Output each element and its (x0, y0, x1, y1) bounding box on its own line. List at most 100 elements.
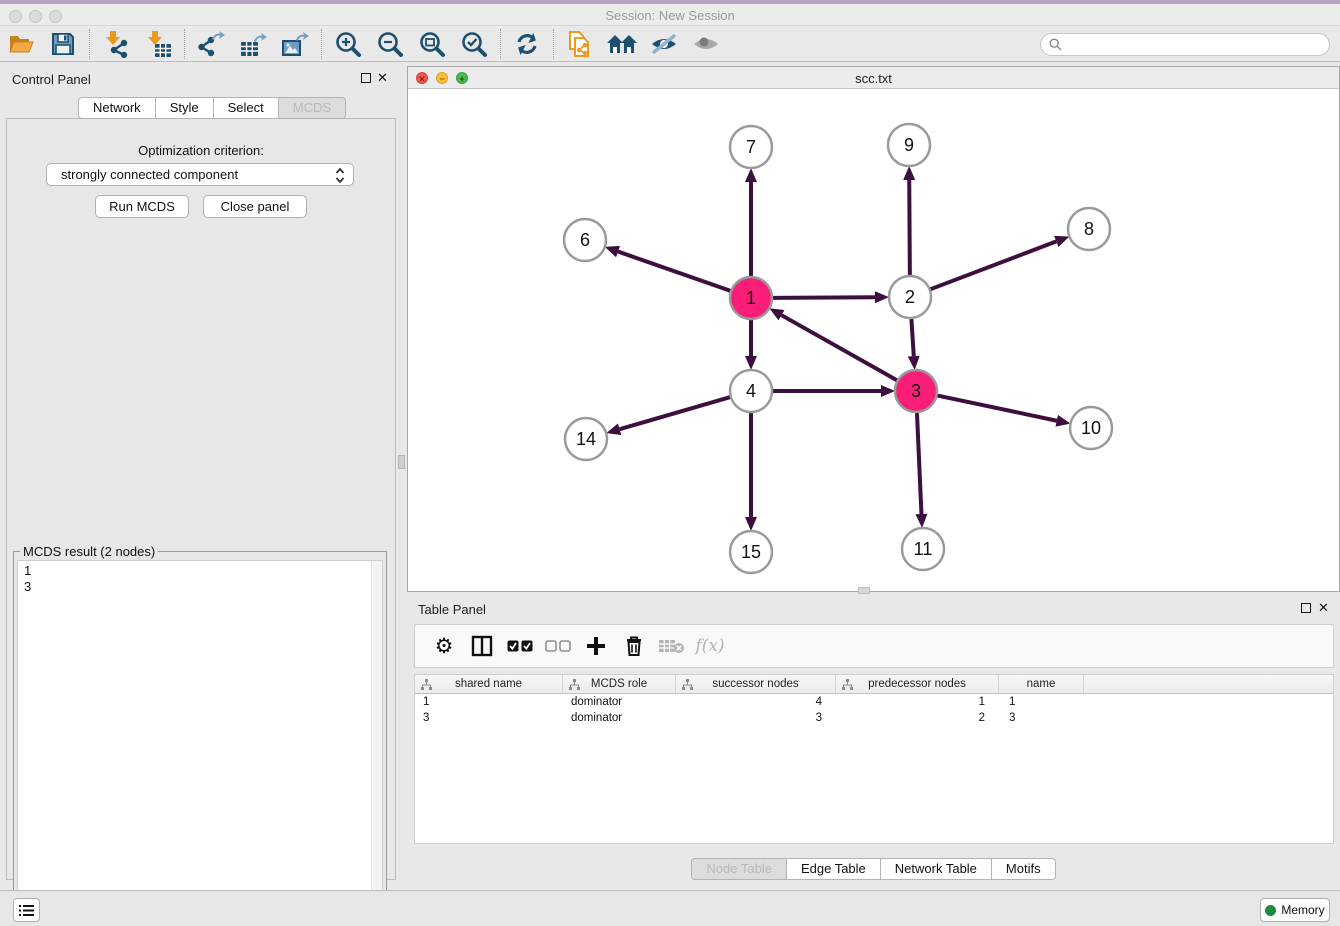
tab-network-table[interactable]: Network Table (881, 858, 992, 880)
svg-text:2: 2 (905, 287, 915, 307)
edge-2-9[interactable] (909, 180, 910, 275)
zoom-in-icon[interactable] (331, 28, 365, 60)
search-input[interactable] (1067, 38, 1329, 52)
edge-1-2[interactable] (773, 297, 875, 298)
add-row-icon[interactable] (581, 631, 611, 661)
edge-2-3[interactable] (911, 319, 913, 356)
control-panel-title: Control Panel (12, 72, 91, 87)
first-neighbors-icon[interactable] (605, 28, 639, 60)
graph-node-3[interactable]: 3 (895, 370, 937, 412)
table-row[interactable]: 3dominator323 (415, 710, 1333, 726)
table-cell[interactable]: 1 (999, 694, 1084, 710)
show-all-icon[interactable] (689, 28, 723, 60)
graph-node-6[interactable]: 6 (564, 219, 606, 261)
graph-node-11[interactable]: 11 (902, 528, 944, 570)
search-field[interactable] (1040, 33, 1330, 56)
mcds-tab-content: Optimization criterion: strongly connect… (6, 118, 396, 880)
svg-text:3: 3 (911, 381, 921, 401)
graph-node-4[interactable]: 4 (730, 370, 772, 412)
deselect-all-checkboxes-icon[interactable] (543, 631, 573, 661)
column-header-successor-nodes[interactable]: successor nodes (676, 675, 836, 693)
show-columns-icon[interactable] (467, 631, 497, 661)
vertical-splitter-handle[interactable] (398, 455, 405, 469)
edge-3-11[interactable] (917, 413, 921, 514)
new-network-from-selection-icon[interactable] (563, 28, 597, 60)
edge-4-14[interactable] (620, 397, 730, 429)
graph-node-8[interactable]: 8 (1068, 208, 1110, 250)
table-cell[interactable]: 1 (415, 694, 563, 710)
search-icon (1049, 38, 1062, 51)
zoom-fit-icon[interactable] (415, 28, 449, 60)
close-panel-icon[interactable]: ✕ (377, 72, 388, 84)
table-cell[interactable]: 1 (836, 694, 999, 710)
graph-node-14[interactable]: 14 (565, 418, 607, 460)
tab-mcds[interactable]: MCDS (279, 97, 346, 119)
tab-select[interactable]: Select (214, 97, 279, 119)
network-graph[interactable]: 7 9 6 8 1 2 4 3 14 10 15 11 (408, 89, 1339, 592)
refresh-icon[interactable] (510, 28, 544, 60)
float-panel-icon[interactable] (361, 73, 371, 83)
table-row[interactable]: 1dominator411 (415, 694, 1333, 710)
edge-1-6[interactable] (618, 252, 730, 291)
network-canvas[interactable]: 7 9 6 8 1 2 4 3 14 10 15 11 (408, 89, 1339, 591)
table-cell[interactable]: 2 (836, 710, 999, 726)
delete-row-icon[interactable] (619, 631, 649, 661)
graph-node-10[interactable]: 10 (1070, 407, 1112, 449)
node-table[interactable]: shared nameMCDS rolesuccessor nodesprede… (414, 674, 1334, 844)
criterion-dropdown[interactable]: strongly connected component (46, 163, 354, 186)
table-cell[interactable]: dominator (563, 694, 676, 710)
export-network-icon[interactable] (194, 28, 228, 60)
table-toolbar: ⚙ (414, 624, 1334, 668)
function-builder-icon[interactable]: f(x) (695, 631, 725, 661)
tab-style[interactable]: Style (156, 97, 214, 119)
select-all-checkboxes-icon[interactable] (505, 631, 535, 661)
mcds-result-list[interactable]: 1 3 (17, 560, 383, 926)
zoom-selected-icon[interactable] (457, 28, 491, 60)
edge-2-8[interactable] (931, 241, 1057, 289)
table-cell[interactable]: 3 (415, 710, 563, 726)
edge-3-1[interactable] (781, 315, 896, 380)
save-session-icon[interactable] (46, 28, 80, 60)
horizontal-splitter-handle[interactable] (858, 587, 870, 594)
memory-button[interactable]: Memory (1260, 898, 1330, 922)
graph-node-2[interactable]: 2 (889, 276, 931, 318)
network-window-titlebar[interactable]: ✕ − + scc.txt (408, 67, 1339, 89)
delete-column-icon[interactable] (657, 631, 687, 661)
graph-node-9[interactable]: 9 (888, 124, 930, 166)
export-table-icon[interactable] (236, 28, 270, 60)
run-mcds-button[interactable]: Run MCDS (95, 195, 189, 218)
hide-selected-icon[interactable] (647, 28, 681, 60)
tab-node-table[interactable]: Node Table (691, 858, 787, 880)
svg-text:8: 8 (1084, 219, 1094, 239)
tab-network[interactable]: Network (78, 97, 156, 119)
tab-edge-table[interactable]: Edge Table (787, 858, 881, 880)
table-cell[interactable]: dominator (563, 710, 676, 726)
table-cell[interactable]: 3 (999, 710, 1084, 726)
table-cell[interactable]: 3 (676, 710, 836, 726)
close-panel-button[interactable]: Close panel (203, 195, 307, 218)
graph-node-7[interactable]: 7 (730, 126, 772, 168)
graph-node-15[interactable]: 15 (730, 531, 772, 573)
column-header-MCDS-role[interactable]: MCDS role (563, 675, 676, 693)
graph-node-1[interactable]: 1 (730, 277, 772, 319)
open-session-icon[interactable] (4, 28, 38, 60)
import-network-icon[interactable] (99, 28, 133, 60)
column-header-predecessor-nodes[interactable]: predecessor nodes (836, 675, 999, 693)
column-type-icon (682, 679, 693, 690)
zoom-out-icon[interactable] (373, 28, 407, 60)
list-icon (19, 904, 34, 917)
task-history-button[interactable] (13, 898, 40, 922)
column-type-icon (421, 679, 432, 690)
result-scrollbar[interactable] (371, 561, 382, 926)
tab-motifs[interactable]: Motifs (992, 858, 1056, 880)
import-table-icon[interactable] (141, 28, 175, 60)
optimization-criterion-label: Optimization criterion: (7, 143, 395, 158)
table-options-icon[interactable]: ⚙ (429, 631, 459, 661)
table-close-icon[interactable]: ✕ (1318, 602, 1329, 614)
column-header-name[interactable]: name (999, 675, 1084, 693)
export-image-icon[interactable] (278, 28, 312, 60)
column-header-shared-name[interactable]: shared name (415, 675, 563, 693)
table-float-icon[interactable] (1301, 603, 1311, 613)
table-cell[interactable]: 4 (676, 694, 836, 710)
edge-3-10[interactable] (938, 396, 1057, 421)
